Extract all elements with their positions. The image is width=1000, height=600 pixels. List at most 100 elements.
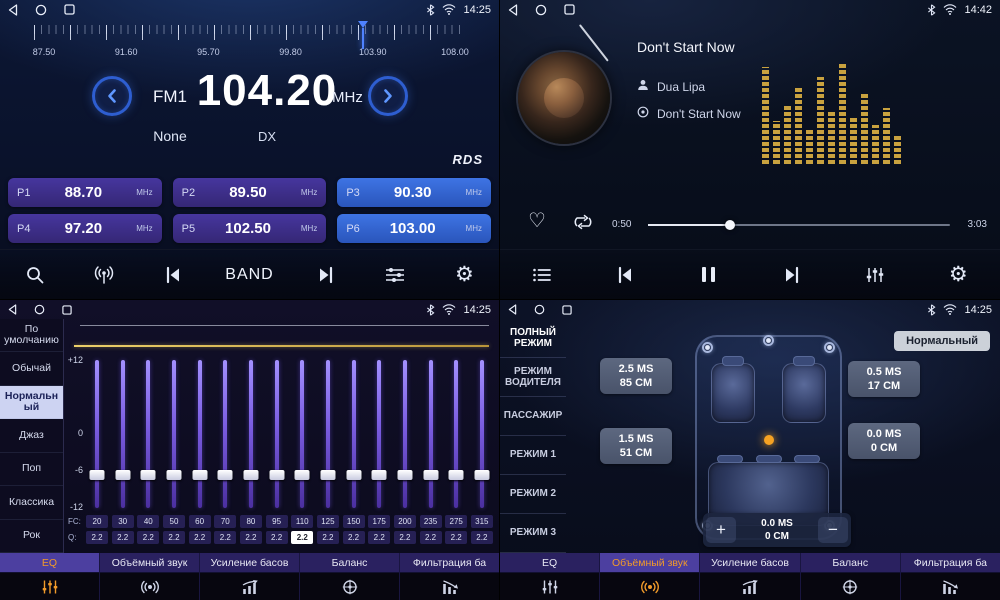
slider-handle[interactable] — [346, 470, 361, 480]
delay-decrease-button[interactable]: − — [818, 517, 848, 543]
radio-preset-button[interactable]: P390.30MHz — [337, 178, 491, 207]
eq-band-slider[interactable] — [394, 360, 416, 508]
recents-square-icon[interactable] — [62, 305, 72, 315]
slider-handle[interactable] — [295, 470, 310, 480]
eq-preset-item[interactable]: Классика — [0, 486, 63, 519]
eq-band-slider[interactable] — [240, 360, 262, 508]
radio-preset-button[interactable]: P497.20MHz — [8, 214, 162, 243]
settings-button[interactable]: ⚙ — [941, 264, 975, 285]
repeat-button[interactable] — [572, 214, 594, 235]
driver-seat[interactable] — [711, 363, 755, 423]
back-icon[interactable] — [508, 304, 517, 315]
eq-band-slider[interactable] — [445, 360, 467, 508]
eq-master-slider[interactable] — [74, 345, 489, 347]
eq-band-slider[interactable] — [112, 360, 134, 508]
slider-handle[interactable] — [192, 470, 207, 480]
slider-handle[interactable] — [218, 470, 233, 480]
band-button[interactable]: BAND — [225, 266, 273, 284]
eq-band-slider[interactable] — [214, 360, 236, 508]
eq-band-slider[interactable] — [163, 360, 185, 508]
home-circle-icon[interactable] — [34, 304, 45, 315]
tab-filter[interactable]: Фильтрация ба — [901, 553, 1000, 600]
slider-handle[interactable] — [243, 470, 258, 480]
eq-preset-item[interactable]: Рок — [0, 520, 63, 553]
surround-mode-item[interactable]: РЕЖИМ ВОДИТЕЛЯ — [500, 358, 566, 397]
surround-mode-item[interactable]: РЕЖИМ 1 — [500, 436, 566, 475]
home-circle-icon[interactable] — [35, 4, 47, 16]
next-station-button[interactable] — [309, 266, 343, 284]
favorite-button[interactable]: ♡ — [528, 208, 546, 232]
pause-button[interactable] — [691, 267, 725, 282]
eq-band-slider[interactable] — [368, 360, 390, 508]
surround-mode-item[interactable]: ПОЛНЫЙ РЕЖИМ — [500, 319, 566, 358]
equalizer-settings-button[interactable] — [378, 266, 412, 284]
surround-mode-item[interactable]: РЕЖИМ 2 — [500, 475, 566, 514]
sound-profile-button[interactable]: Нормальный — [894, 331, 990, 351]
slider-handle[interactable] — [423, 470, 438, 480]
tab-balance[interactable]: Баланс — [801, 553, 901, 600]
previous-station-button[interactable] — [156, 266, 190, 284]
radio-preset-button[interactable]: P5102.50MHz — [173, 214, 327, 243]
delay-increase-button[interactable]: + — [706, 517, 736, 543]
back-icon[interactable] — [8, 304, 17, 315]
tune-down-button[interactable] — [92, 76, 132, 116]
slider-handle[interactable] — [166, 470, 181, 480]
tab-eq[interactable]: EQ — [500, 553, 600, 600]
tab-eq[interactable]: EQ — [0, 553, 100, 600]
slider-handle[interactable] — [115, 470, 130, 480]
recents-square-icon[interactable] — [564, 4, 575, 15]
passenger-seat[interactable] — [782, 363, 826, 423]
recents-square-icon[interactable] — [64, 4, 75, 15]
eq-band-slider[interactable] — [291, 360, 313, 508]
next-track-button[interactable] — [775, 266, 809, 284]
previous-track-button[interactable] — [608, 266, 642, 284]
broadcast-scan-button[interactable] — [87, 265, 121, 285]
slider-handle[interactable] — [320, 470, 335, 480]
tab-balance[interactable]: Баланс — [300, 553, 400, 600]
tab-surround-sound[interactable]: Объёмный звук — [600, 553, 700, 600]
tab-surround-sound[interactable]: Объёмный звук — [100, 553, 200, 600]
slider-handle[interactable] — [397, 470, 412, 480]
eq-band-slider[interactable] — [471, 360, 493, 508]
home-circle-icon[interactable] — [535, 4, 547, 16]
surround-mode-item[interactable]: РЕЖИМ 3 — [500, 514, 566, 553]
back-icon[interactable] — [508, 4, 518, 16]
slider-handle[interactable] — [449, 470, 464, 480]
tune-up-button[interactable] — [368, 76, 408, 116]
home-circle-icon[interactable] — [534, 304, 545, 315]
eq-band-slider[interactable] — [189, 360, 211, 508]
eq-band-slider[interactable] — [420, 360, 442, 508]
eq-band-slider[interactable] — [86, 360, 108, 508]
recents-square-icon[interactable] — [562, 305, 572, 315]
eq-band-slider[interactable] — [317, 360, 339, 508]
eq-band-slider[interactable] — [137, 360, 159, 508]
slider-handle[interactable] — [372, 470, 387, 480]
search-station-button[interactable] — [18, 265, 52, 285]
radio-preset-button[interactable]: P289.50MHz — [173, 178, 327, 207]
eq-preset-item[interactable]: По умолчанию — [0, 319, 63, 352]
slider-handle[interactable] — [474, 470, 489, 480]
eq-band-slider[interactable] — [343, 360, 365, 508]
eq-band-slider[interactable] — [266, 360, 288, 508]
back-icon[interactable] — [8, 4, 18, 16]
radio-preset-button[interactable]: P188.70MHz — [8, 178, 162, 207]
progress-bar[interactable] — [648, 224, 950, 226]
slider-handle[interactable] — [269, 470, 284, 480]
radio-preset-button[interactable]: P6103.00MHz — [337, 214, 491, 243]
listening-position-dot[interactable] — [764, 435, 774, 445]
delay-rear-left[interactable]: 1.5 MS 51 CM — [600, 428, 672, 464]
eq-preset-item[interactable]: Обычай — [0, 352, 63, 385]
delay-front-left[interactable]: 2.5 MS 85 CM — [600, 358, 672, 394]
slider-handle[interactable] — [90, 470, 105, 480]
progress-knob[interactable] — [725, 220, 735, 230]
delay-rear-right[interactable]: 0.0 MS 0 CM — [848, 423, 920, 459]
tab-filter[interactable]: Фильтрация ба — [400, 553, 499, 600]
delay-front-right[interactable]: 0.5 MS 17 CM — [848, 361, 920, 397]
tab-bass-boost[interactable]: Усиление басов — [700, 553, 800, 600]
equalizer-button[interactable] — [858, 266, 892, 284]
tab-bass-boost[interactable]: Усиление басов — [200, 553, 300, 600]
frequency-ruler[interactable] — [34, 25, 465, 43]
eq-preset-item[interactable]: Нормальный — [0, 386, 63, 419]
eq-preset-item[interactable]: Поп — [0, 453, 63, 486]
surround-mode-item[interactable]: ПАССАЖИР — [500, 397, 566, 436]
